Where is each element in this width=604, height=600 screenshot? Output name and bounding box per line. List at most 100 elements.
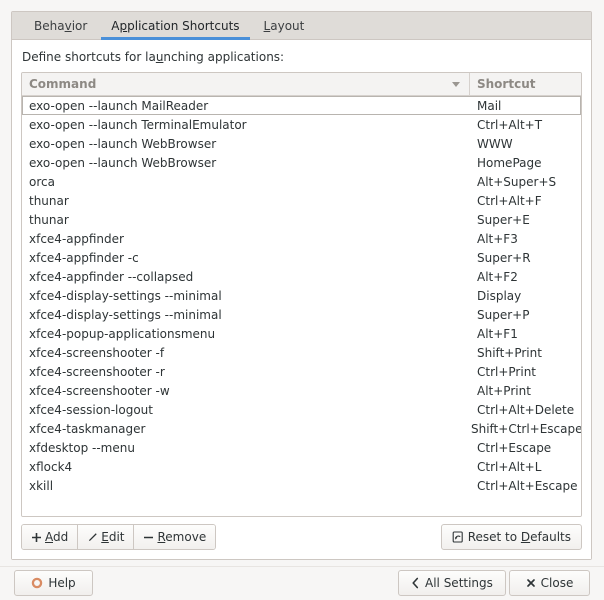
- tab-behavior[interactable]: Behavior: [22, 12, 99, 39]
- add-button-label-post: dd: [53, 530, 69, 544]
- table-row[interactable]: xfce4-screenshooter -f Shift+Print: [22, 343, 581, 362]
- cell-command: thunar: [29, 212, 69, 227]
- help-ring-icon: [31, 577, 43, 589]
- edit-button-label-post: dit: [108, 530, 125, 544]
- edit-button-label: Edit: [101, 530, 124, 544]
- close-button[interactable]: Close: [509, 570, 590, 596]
- column-header-shortcut[interactable]: Shortcut: [470, 73, 581, 95]
- cell-shortcut: WWW: [477, 136, 513, 151]
- table-row[interactable]: xfce4-appfinder --collapsed Alt+F2: [22, 267, 581, 286]
- cell-shortcut: Display: [477, 288, 522, 303]
- table-row[interactable]: xflock4 Ctrl+Alt+L: [22, 457, 581, 476]
- cell-shortcut: Ctrl+Alt+L: [477, 459, 542, 474]
- shortcuts-table-body[interactable]: exo-open --launch MailReader Mail exo-open…: [22, 96, 581, 516]
- table-row[interactable]: thunar Ctrl+Alt+F: [22, 191, 581, 210]
- cell-shortcut: Super+R: [477, 250, 531, 265]
- tab-layout[interactable]: Layout: [252, 12, 317, 39]
- cell-command: xfce4-display-settings --minimal: [29, 288, 222, 303]
- cell-command: exo-open --launch TerminalEmulator: [29, 117, 247, 132]
- cell-shortcut: Alt+Super+S: [477, 174, 557, 189]
- cell-command: thunar: [29, 193, 69, 208]
- cell-shortcut: Alt+F1: [477, 326, 518, 341]
- table-row[interactable]: exo-open --launch WebBrowser WWW: [22, 134, 581, 153]
- chevron-down-icon: [452, 81, 460, 87]
- cell-command: xfce4-screenshooter -f: [29, 345, 165, 360]
- all-settings-button-label: All Settings: [425, 576, 493, 590]
- remove-button-label: Remove: [157, 530, 206, 544]
- table-row[interactable]: xfce4-taskmanager Shift+Ctrl+Escape: [22, 419, 581, 438]
- cell-command: exo-open --launch WebBrowser: [29, 136, 217, 151]
- chevron-left-icon: [411, 577, 420, 589]
- tab-application-shortcuts[interactable]: Application Shortcuts: [99, 12, 251, 40]
- tab-layout-label: Layout: [263, 18, 305, 33]
- cell-shortcut: HomePage: [477, 155, 542, 170]
- cell-command: exo-open --launch MailReader: [29, 98, 209, 113]
- cell-command: xfce4-taskmanager: [29, 421, 146, 436]
- cell-shortcut: Ctrl+Print: [477, 364, 537, 379]
- application-shortcuts-page: Define shortcuts for launching applicati…: [12, 40, 591, 559]
- cell-command: orca: [29, 174, 55, 189]
- table-row[interactable]: xfce4-screenshooter -r Ctrl+Print: [22, 362, 581, 381]
- remove-button[interactable]: Remove: [134, 525, 216, 549]
- reset-label-mnemonic: D: [520, 530, 531, 544]
- cell-shortcut: Alt+Print: [477, 383, 531, 398]
- table-row[interactable]: xkill Ctrl+Alt+Escape: [22, 476, 581, 495]
- tab-bar: Behavior Application Shortcuts Layout: [12, 12, 591, 40]
- cell-command: xfce4-appfinder -c: [29, 250, 139, 265]
- pencil-icon: [87, 532, 98, 543]
- column-header-command-label: Command: [29, 77, 97, 91]
- close-button-label: Close: [540, 576, 574, 590]
- table-row[interactable]: exo-open --launch WebBrowser HomePage: [22, 153, 581, 172]
- table-row[interactable]: xfdesktop --menu Ctrl+Escape: [22, 438, 581, 457]
- table-row[interactable]: xfce4-session-logout Ctrl+Alt+Delete: [22, 400, 581, 419]
- reset-label-post: efaults: [530, 530, 571, 544]
- table-row[interactable]: xfce4-appfinder -c Super+R: [22, 248, 581, 267]
- shortcuts-tree-frame: Command Shortcut exo-open --launch MailR…: [21, 72, 582, 517]
- page-description: Define shortcuts for launching applicati…: [22, 50, 582, 65]
- cell-shortcut: Alt+F3: [477, 231, 518, 246]
- tab-behavior-label: Behavior: [34, 18, 88, 33]
- keyboard-settings-notebook: Behavior Application Shortcuts Layout De…: [11, 11, 592, 560]
- tab-application-shortcuts-mnemonic: p: [119, 18, 128, 33]
- table-row[interactable]: xfce4-popup-applicationsmenu Alt+F1: [22, 324, 581, 343]
- table-row[interactable]: xfce4-screenshooter -w Alt+Print: [22, 381, 581, 400]
- cell-command: xkill: [29, 478, 54, 493]
- page-description-post: nching applications:: [163, 50, 285, 64]
- table-row[interactable]: exo-open --launch MailReader Mail: [22, 96, 581, 115]
- cell-shortcut: Super+E: [477, 212, 530, 227]
- cell-command: xflock4: [29, 459, 73, 474]
- cell-shortcut: Alt+F2: [477, 269, 518, 284]
- reset-to-defaults-label: Reset to Defaults: [468, 530, 571, 544]
- table-row[interactable]: xfce4-appfinder Alt+F3: [22, 229, 581, 248]
- edit-button[interactable]: Edit: [78, 525, 135, 549]
- edit-button-group: Add Edit Remove: [21, 524, 217, 550]
- table-row[interactable]: orca Alt+Super+S: [22, 172, 581, 191]
- cell-command: xfce4-appfinder: [29, 231, 124, 246]
- table-row[interactable]: exo-open --launch TerminalEmulator Ctrl+A…: [22, 115, 581, 134]
- cell-shortcut: Ctrl+Alt+Escape: [477, 478, 578, 493]
- column-header-command[interactable]: Command: [22, 73, 470, 95]
- page-description-pre: Define shortcuts for la: [22, 50, 156, 64]
- all-settings-button[interactable]: All Settings: [398, 570, 506, 596]
- revert-icon: [452, 531, 464, 543]
- cell-command: xfce4-display-settings --minimal: [29, 307, 222, 322]
- close-x-icon: [526, 578, 536, 588]
- dialog-action-bar: Help All Settings Close: [0, 570, 604, 600]
- add-button[interactable]: Add: [22, 525, 79, 549]
- tab-application-shortcuts-label: Application Shortcuts: [111, 18, 240, 33]
- add-button-label: Add: [45, 530, 68, 544]
- action-bar-separator: [0, 566, 604, 567]
- cell-shortcut: Shift+Print: [477, 345, 542, 360]
- reset-to-defaults-button[interactable]: Reset to Defaults: [440, 524, 582, 550]
- table-row[interactable]: thunar Super+E: [22, 210, 581, 229]
- cell-shortcut: Super+P: [477, 307, 530, 322]
- table-row[interactable]: xfce4-display-settings --minimal Display: [22, 286, 581, 305]
- remove-button-label-post: emove: [165, 530, 207, 544]
- help-button-label: Help: [48, 576, 76, 590]
- help-button[interactable]: Help: [14, 570, 93, 596]
- cell-shortcut: Shift+Ctrl+Escape: [470, 421, 581, 436]
- table-row[interactable]: xfce4-display-settings --minimal Super+P: [22, 305, 581, 324]
- cell-shortcut: Ctrl+Alt+F: [477, 193, 542, 208]
- cell-shortcut: Ctrl+Alt+Delete: [477, 402, 575, 417]
- tab-layout-mnemonic: L: [263, 18, 271, 33]
